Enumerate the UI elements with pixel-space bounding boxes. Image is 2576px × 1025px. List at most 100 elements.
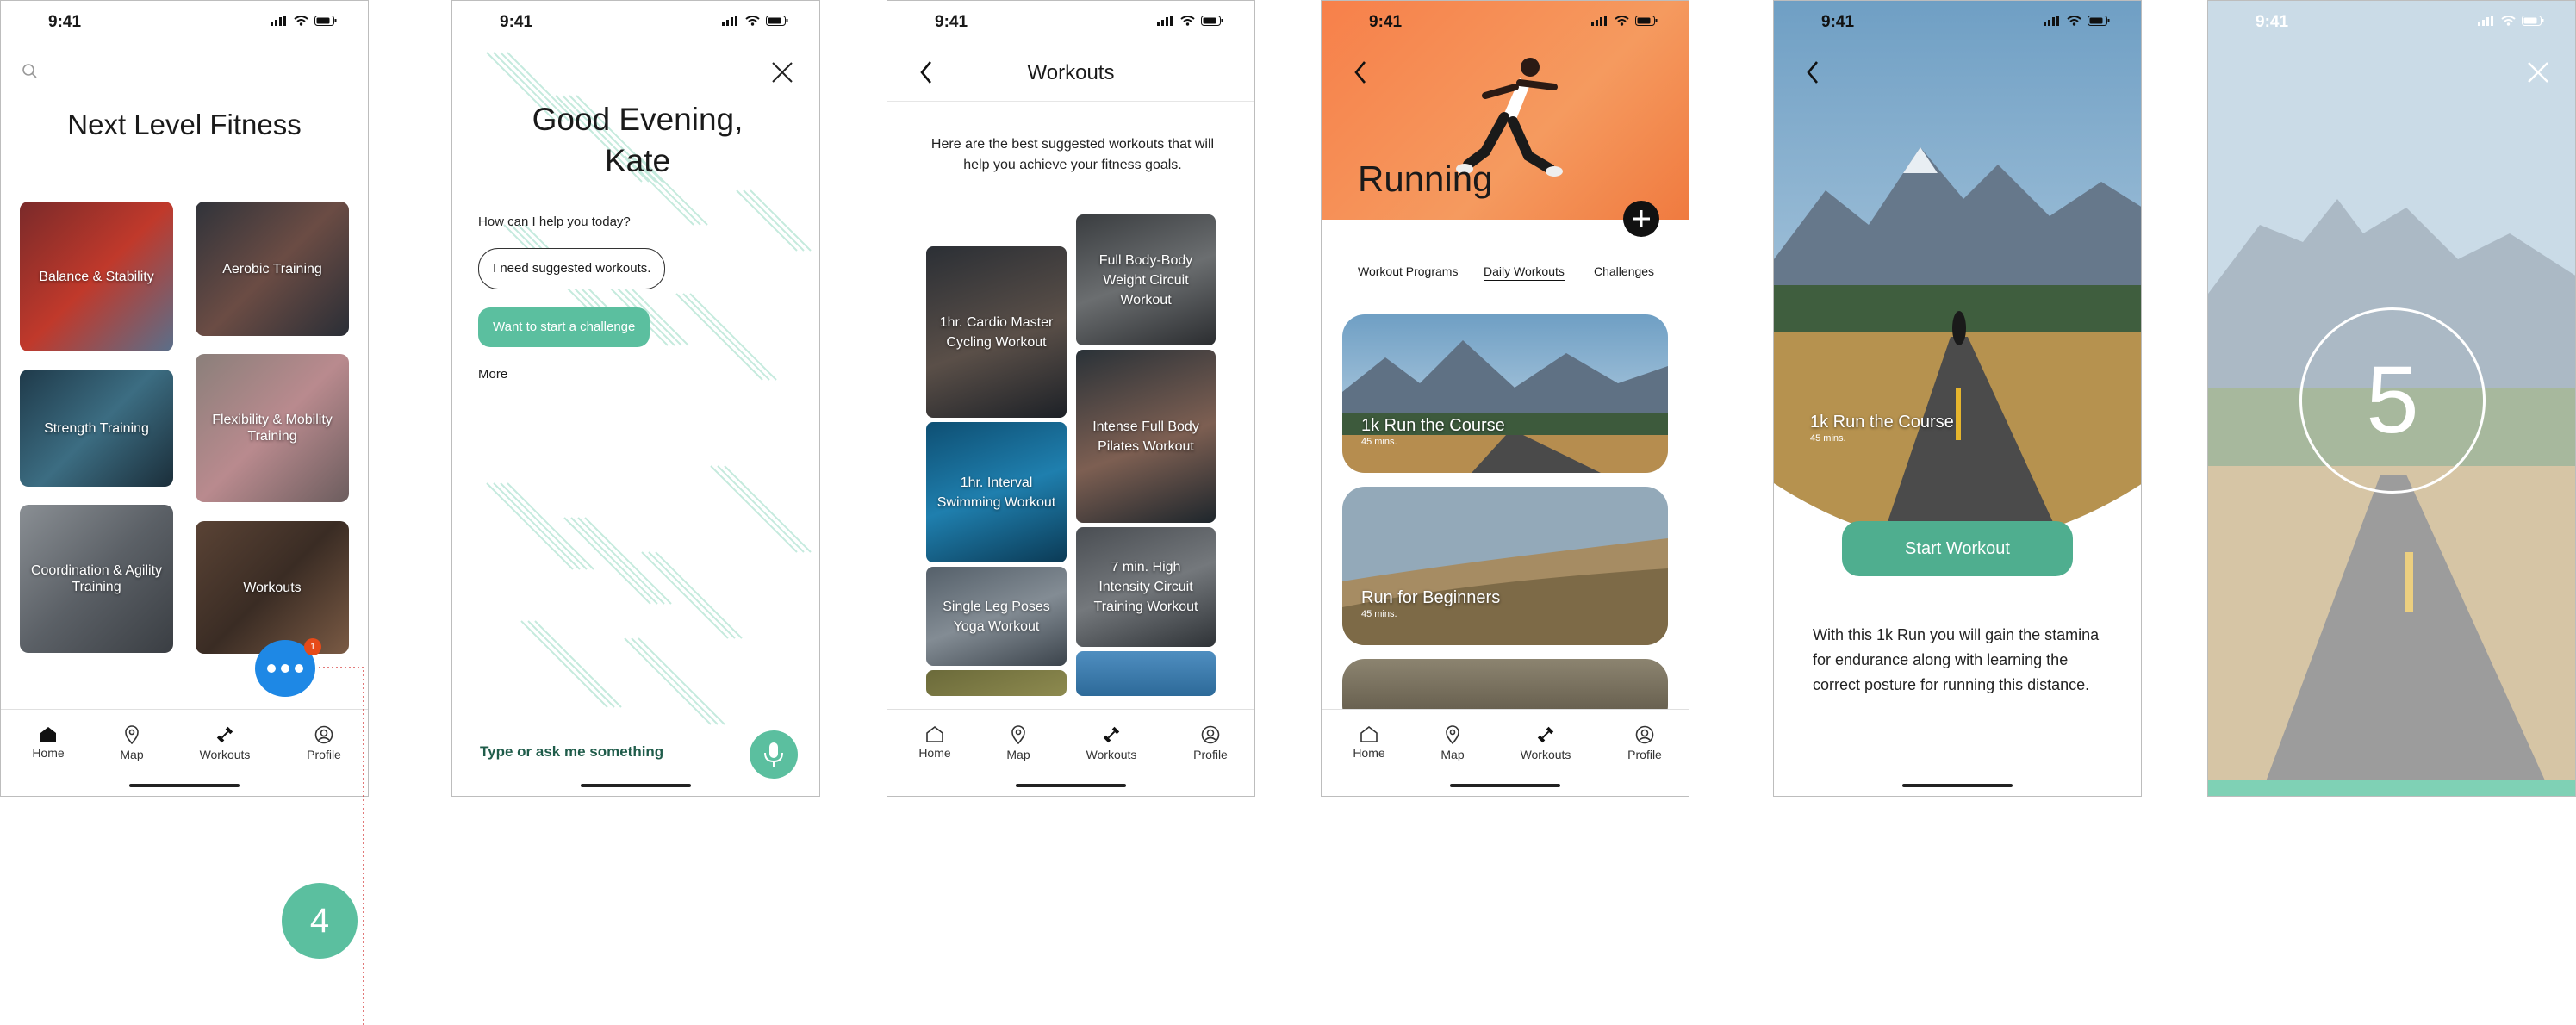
status-bar: 9:41 <box>452 1 819 42</box>
header-divider <box>887 101 1254 102</box>
home-indicator <box>1902 784 2013 787</box>
signal-icon <box>1591 16 1607 26</box>
battery-icon <box>314 16 337 26</box>
wifi-icon <box>1615 16 1629 26</box>
option-start-challenge[interactable]: Want to start a challenge <box>478 308 650 347</box>
close-icon[interactable] <box>771 61 793 84</box>
tab-label: Home <box>1353 746 1385 760</box>
tab-home[interactable]: Home <box>896 725 974 760</box>
back-chevron-icon[interactable] <box>1352 59 1369 85</box>
workout-duration: 45 mins. <box>1810 433 1846 444</box>
home-indicator <box>581 784 691 787</box>
tab-home[interactable]: Home <box>1330 725 1408 760</box>
workout-tile-label: 7 min. High Intensity Circuit Training W… <box>1093 560 1198 614</box>
workout-tile[interactable] <box>1076 651 1216 696</box>
tab-daily-workouts[interactable]: Daily Workouts <box>1484 264 1565 281</box>
status-icons <box>271 16 337 26</box>
option-suggested-workouts[interactable]: I need suggested workouts. <box>478 248 666 289</box>
workout-tile[interactable]: 7 min. High Intensity Circuit Training W… <box>1076 527 1216 647</box>
card-title: 1k Run the Course <box>1361 416 1505 435</box>
workout-tile[interactable]: Full Body-Body Weight Circuit Workout <box>1076 214 1216 345</box>
tab-map[interactable]: Map <box>980 725 1057 761</box>
workout-card[interactable]: Run for Beginners 45 mins. <box>1342 487 1668 645</box>
dot-icon <box>267 664 276 673</box>
tab-workouts[interactable]: Workouts <box>186 725 264 761</box>
tab-label: Workouts <box>1520 748 1571 761</box>
workout-tile[interactable] <box>926 670 1067 696</box>
screen-home: 9:41 Next Level Fitness Balance & Stabil… <box>0 0 369 797</box>
add-button[interactable] <box>1623 201 1659 237</box>
tab-challenges[interactable]: Challenges <box>1594 264 1654 278</box>
status-bar: 9:41 <box>2208 1 2575 42</box>
workout-tile[interactable]: Single Leg Poses Yoga Workout <box>926 567 1067 666</box>
tab-bar: Home Map Workouts Profile <box>887 709 1254 796</box>
status-time: 9:41 <box>1369 13 1403 31</box>
map-pin-icon <box>1011 725 1025 744</box>
notification-badge: 1 <box>304 638 321 655</box>
tile-aerobic[interactable]: Aerobic Training <box>196 202 349 336</box>
wifi-icon <box>745 16 760 26</box>
battery-icon <box>2088 16 2110 26</box>
home-indicator <box>1450 784 1560 787</box>
workout-card[interactable]: 1k Run the Course 45 mins. <box>1342 314 1668 473</box>
tab-label: Profile <box>1627 748 1662 761</box>
workout-tile[interactable]: 1hr. Interval Swimming Workout <box>926 422 1067 562</box>
tile-label: Strength Training <box>44 420 149 436</box>
tab-label: Map <box>1006 748 1030 761</box>
more-link[interactable]: More <box>478 367 507 382</box>
page-title: Workouts <box>1027 61 1115 84</box>
back-chevron-icon[interactable] <box>1804 59 1821 85</box>
home-icon <box>40 727 56 742</box>
tile-strength[interactable]: Strength Training <box>20 370 173 487</box>
tab-label: Profile <box>1193 748 1228 761</box>
tab-workouts[interactable]: Workouts <box>1507 725 1584 761</box>
tab-map[interactable]: Map <box>93 725 171 761</box>
start-workout-button[interactable]: Start Workout <box>1842 521 2073 576</box>
workout-tile-label: Intense Full Body Pilates Workout <box>1092 419 1199 454</box>
close-icon[interactable] <box>2527 61 2549 84</box>
tile-workouts[interactable]: Workouts <box>196 521 349 654</box>
intro-text: Here are the best suggested workouts tha… <box>930 137 1215 172</box>
plus-icon <box>1633 210 1650 227</box>
ask-input[interactable]: Type or ask me something <box>480 743 663 761</box>
profile-icon <box>1201 725 1220 744</box>
tab-home[interactable]: Home <box>9 725 87 760</box>
card-title: Run for Beginners <box>1361 588 1501 607</box>
card-duration: 45 mins. <box>1361 609 1397 619</box>
home-indicator <box>1016 784 1126 787</box>
battery-icon <box>766 16 788 26</box>
profile-icon <box>1635 725 1654 744</box>
tile-balance[interactable]: Balance & Stability <box>20 202 173 351</box>
tile-coordination[interactable]: Coordination & Agility Training <box>20 505 173 653</box>
microphone-icon <box>764 742 783 767</box>
screen-workouts: 9:41 Workouts Here are the best suggeste… <box>887 0 1255 797</box>
workout-tile[interactable]: 1hr. Cardio Master Cycling Workout <box>926 246 1067 418</box>
tab-map[interactable]: Map <box>1414 725 1491 761</box>
screen-workout-detail: 9:41 1k Run the Course 45 mins. Start Wo… <box>1773 0 2142 797</box>
tab-workout-programs[interactable]: Workout Programs <box>1358 264 1458 278</box>
tab-profile[interactable]: Profile <box>1606 725 1683 761</box>
tile-label: Flexibility & Mobility Training <box>212 413 333 444</box>
tab-profile[interactable]: Profile <box>1172 725 1249 761</box>
tab-workouts[interactable]: Workouts <box>1073 725 1150 761</box>
screen-countdown: 9:41 5 <box>2207 0 2576 797</box>
tile-label: Aerobic Training <box>222 261 322 276</box>
tile-flexibility[interactable]: Flexibility & Mobility Training <box>196 354 349 502</box>
battery-icon <box>1635 16 1658 26</box>
workout-tile-label: 1hr. Interval Swimming Workout <box>936 475 1056 510</box>
greeting-title: Good Evening, Kate <box>532 102 744 178</box>
microphone-button[interactable] <box>750 730 798 779</box>
tab-label: Workouts <box>199 748 251 761</box>
status-icons <box>722 16 788 26</box>
dot-icon <box>295 664 303 673</box>
dot-icon <box>281 664 289 673</box>
home-icon <box>926 725 943 742</box>
wifi-icon <box>294 16 308 26</box>
status-icons <box>1591 16 1658 26</box>
tab-bar: Home Map Workouts Profile <box>1322 709 1689 796</box>
status-icons <box>2478 16 2544 26</box>
wifi-icon <box>2501 16 2516 26</box>
battery-icon <box>2522 16 2544 26</box>
search-icon[interactable] <box>22 63 39 80</box>
workout-tile[interactable]: Intense Full Body Pilates Workout <box>1076 350 1216 523</box>
